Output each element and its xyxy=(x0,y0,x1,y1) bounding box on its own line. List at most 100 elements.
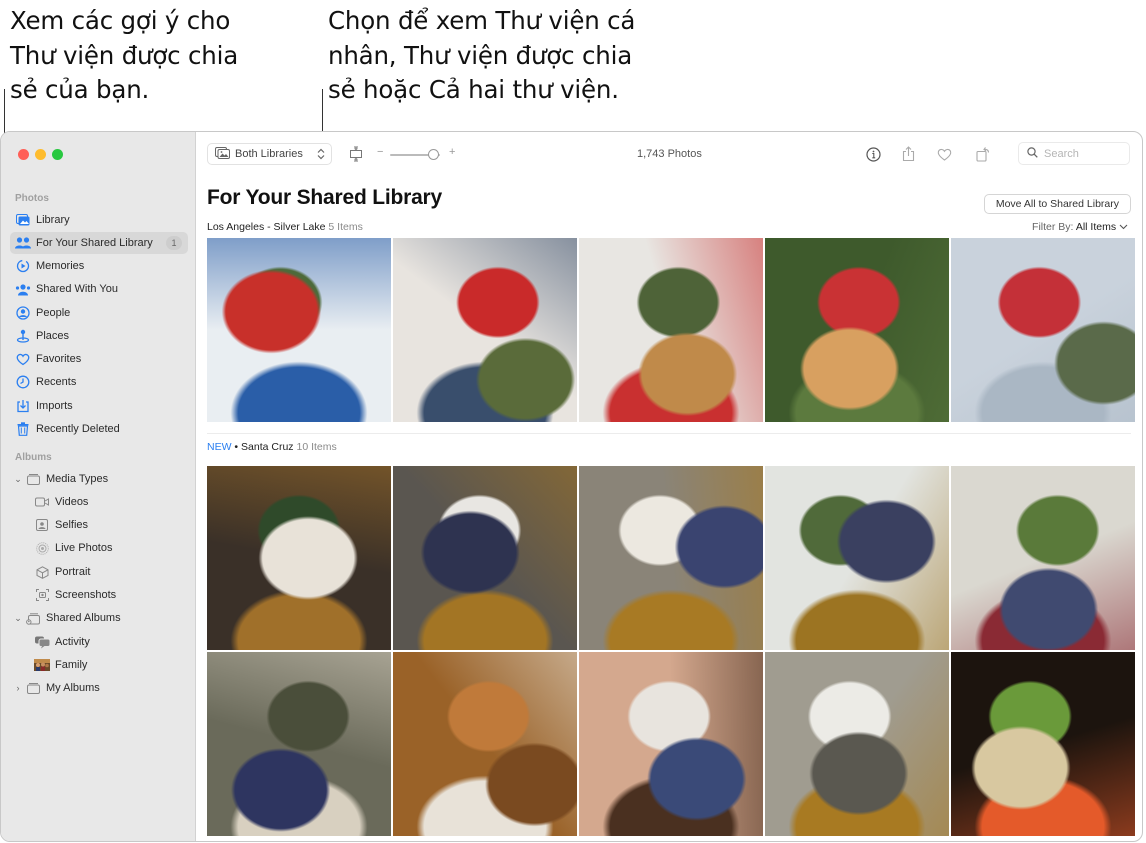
photo-thumbnail[interactable]: Flour on wooden table xyxy=(393,652,577,836)
chevron-down-icon[interactable]: ⌄ xyxy=(13,613,23,624)
fit-aspect-icon[interactable] xyxy=(347,145,365,163)
zoom-slider[interactable]: − + xyxy=(377,146,457,162)
sidebar-item-favorites[interactable]: Favorites xyxy=(10,348,188,370)
photo-thumbnail[interactable]: Smiling woman and child xyxy=(579,466,763,650)
filter-by-dropdown[interactable]: Filter By: All Items xyxy=(1032,221,1128,233)
sidebar-item-shared-with-you[interactable]: Shared With You xyxy=(10,278,188,300)
favorite-heart-icon[interactable] xyxy=(935,145,953,163)
minimize-button[interactable] xyxy=(35,149,46,160)
sidebar-item-family[interactable]: Family xyxy=(10,654,188,676)
chevron-right-icon[interactable]: › xyxy=(13,683,23,693)
toolbar: Both Libraries − + 1,743 Photos Search xyxy=(197,132,1142,178)
sidebar-item-label: Family xyxy=(55,659,88,671)
zoom-slider-knob[interactable] xyxy=(427,149,439,160)
section-header: Los Angeles - Silver Lake 5 Items xyxy=(207,221,363,233)
move-all-to-shared-library-button[interactable]: Move All to Shared Library xyxy=(983,194,1131,214)
clock-icon xyxy=(15,374,31,390)
sidebar-item-recently-deleted[interactable]: Recently Deleted xyxy=(10,418,188,440)
photo-thumbnail[interactable]: Child eating orange xyxy=(207,652,391,836)
photo-thumbnail[interactable]: Smiling woman with towel xyxy=(765,652,949,836)
section-count: 5 Items xyxy=(328,221,363,233)
photo-thumbnail[interactable]: Woman and children at window xyxy=(765,466,949,650)
sidebar-item-label: Portrait xyxy=(55,566,91,578)
sidebar-item-label: Live Photos xyxy=(55,542,113,554)
photo-thumbnail[interactable]: Child with megaphone under sky xyxy=(951,238,1135,422)
sidebar-item-label: Activity xyxy=(55,636,90,648)
sidebar-item-screenshots[interactable]: Screenshots xyxy=(10,584,188,606)
section-location: Santa Cruz xyxy=(241,441,294,453)
page-title: For Your Shared Library xyxy=(207,186,443,209)
sidebar-item-label: Videos xyxy=(55,496,89,508)
photo-thumbnail[interactable]: Tulips and children xyxy=(951,652,1135,836)
count-badge: 1 xyxy=(166,236,182,250)
separator-dot: • xyxy=(234,441,239,453)
photo-grid-santa-cruz: Kitchen table baking with plantsWoman wi… xyxy=(207,466,1135,836)
photo-thumbnail[interactable]: Kitchen table baking with plants xyxy=(207,466,391,650)
screenshot-icon xyxy=(34,587,50,603)
photo-grid-los-angeles: Child behind blue window with arms raise… xyxy=(207,238,1135,422)
share-icon[interactable] xyxy=(899,145,917,163)
photo-thumbnail[interactable]: Woman with towel and child in stripes xyxy=(393,466,577,650)
sidebar-item-recents[interactable]: Recents xyxy=(10,371,188,393)
sidebar-item-label: Favorites xyxy=(36,353,82,365)
sidebar-item-label: Shared With You xyxy=(36,283,118,295)
search-placeholder[interactable]: Search xyxy=(1044,148,1079,160)
section-location: Los Angeles - Silver Lake xyxy=(207,221,326,233)
people-icon xyxy=(15,235,31,251)
photo-thumbnail[interactable]: Children near garden door xyxy=(951,466,1135,650)
zoom-button[interactable] xyxy=(52,149,63,160)
sidebar-item-label: For Your Shared Library xyxy=(36,237,153,249)
sidebar-item-videos[interactable]: Videos xyxy=(10,491,188,513)
sidebar-item-memories[interactable]: Memories xyxy=(10,255,188,277)
photo-thumbnail[interactable]: Two children sitting on bed with red box xyxy=(393,238,577,422)
chevron-down-icon[interactable]: ⌄ xyxy=(13,474,23,485)
sidebar-item-label: Places xyxy=(36,330,70,342)
photo-library-icon xyxy=(15,212,31,228)
photo-library-icon xyxy=(215,146,230,162)
photo-thumbnail[interactable]: Child playing ukulele xyxy=(579,238,763,422)
sidebar: Photos Library For Your Shared Library 1… xyxy=(1,132,196,841)
sidebar-item-people[interactable]: People xyxy=(10,302,188,324)
library-selector[interactable]: Both Libraries xyxy=(207,143,332,165)
person-circle-icon xyxy=(15,305,31,321)
sidebar-item-selfies[interactable]: Selfies xyxy=(10,514,188,536)
photo-thumbnail[interactable]: Child with floury hands on face xyxy=(579,652,763,836)
sidebar-item-library[interactable]: Library xyxy=(10,209,188,231)
library-selector-value: Both Libraries xyxy=(235,148,303,160)
sidebar-item-for-your-shared-library[interactable]: For Your Shared Library 1 xyxy=(10,232,188,254)
map-pin-icon xyxy=(15,328,31,344)
info-icon[interactable] xyxy=(864,145,882,163)
zoom-in-icon[interactable]: + xyxy=(449,146,455,158)
sidebar-item-activity[interactable]: Activity xyxy=(10,631,188,653)
heart-icon xyxy=(15,351,31,367)
sidebar-item-live-photos[interactable]: Live Photos xyxy=(10,537,188,559)
sidebar-item-label: Screenshots xyxy=(55,589,117,601)
chevron-down-icon xyxy=(1119,221,1128,233)
photo-thumbnail[interactable]: Child behind blue window with arms raise… xyxy=(207,238,391,422)
sidebar-item-label: Selfies xyxy=(55,519,89,531)
album-thumbnail-icon xyxy=(34,657,50,673)
sidebar-item-imports[interactable]: Imports xyxy=(10,395,188,417)
speech-bubbles-icon xyxy=(34,634,50,650)
sidebar-item-places[interactable]: Places xyxy=(10,325,188,347)
section-header: NEW • Santa Cruz 10 Items xyxy=(207,441,337,453)
zoom-out-icon[interactable]: − xyxy=(377,146,383,158)
sidebar-item-portrait[interactable]: Portrait xyxy=(10,561,188,583)
rotate-icon[interactable] xyxy=(974,145,992,163)
search-icon xyxy=(1027,146,1038,161)
cube-icon xyxy=(34,564,50,580)
photo-thumbnail[interactable]: Smiling child in red overalls under oran… xyxy=(765,238,949,422)
search-field[interactable]: Search xyxy=(1018,142,1130,165)
sidebar-group-my-albums[interactable]: › My Albums xyxy=(10,677,188,699)
live-photo-icon xyxy=(34,540,50,556)
folder-stack-icon xyxy=(25,680,41,696)
close-button[interactable] xyxy=(18,149,29,160)
sidebar-item-label: Shared Albums xyxy=(46,612,121,624)
sidebar-item-label: My Albums xyxy=(46,682,100,694)
import-icon xyxy=(15,398,31,414)
sidebar-group-shared-albums[interactable]: ⌄ Shared Albums xyxy=(10,607,188,629)
selfie-icon xyxy=(34,517,50,533)
sidebar-item-label: Media Types xyxy=(46,473,109,485)
filter-label: Filter By: xyxy=(1032,221,1074,233)
sidebar-group-media-types[interactable]: ⌄ Media Types xyxy=(10,468,188,490)
